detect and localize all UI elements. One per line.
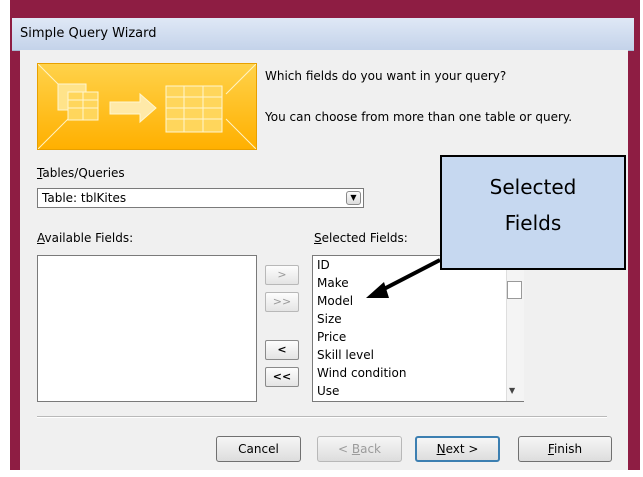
- next-button[interactable]: Next >: [415, 436, 500, 462]
- finish-button[interactable]: Finish: [518, 436, 612, 462]
- list-item[interactable]: Wind condition: [317, 366, 406, 380]
- remove-field-button[interactable]: <: [265, 340, 299, 360]
- wizard-banner-illustration: [37, 63, 257, 150]
- available-fields-list[interactable]: [37, 255, 257, 402]
- add-field-button[interactable]: >: [265, 265, 299, 285]
- source-tables-icon: [57, 83, 99, 121]
- tables-queries-dropdown[interactable]: Table: tblKites ▼: [37, 188, 364, 208]
- scroll-down-icon[interactable]: ▼: [509, 386, 515, 395]
- selected-fields-list[interactable]: ID Make Model Size Price Skill level Win…: [312, 255, 524, 402]
- cancel-button[interactable]: Cancel: [216, 436, 301, 462]
- remove-all-fields-button[interactable]: <<: [265, 367, 299, 387]
- list-item[interactable]: Skill level: [317, 348, 374, 362]
- selected-fields-scrollbar[interactable]: [506, 257, 524, 401]
- available-fields-label: Available Fields:: [37, 231, 134, 245]
- prompt-question: Which fields do you want in your query?: [265, 69, 507, 83]
- arrow-right-icon: [109, 92, 157, 124]
- list-item[interactable]: Price: [317, 330, 346, 344]
- list-item[interactable]: Model: [317, 294, 353, 308]
- tables-queries-value: Table: tblKites: [42, 191, 127, 205]
- list-item[interactable]: Use: [317, 384, 339, 398]
- footer-divider: [37, 416, 607, 418]
- window-title: Simple Query Wizard: [20, 26, 157, 41]
- title-bar: Simple Query Wizard: [12, 18, 634, 51]
- prompt-hint: You can choose from more than one table …: [265, 110, 573, 124]
- tables-queries-label: Tables/Queries: [37, 166, 125, 180]
- selected-fields-label: Selected Fields:: [314, 231, 408, 245]
- result-table-icon: [165, 85, 223, 133]
- scroll-thumb[interactable]: [507, 281, 522, 299]
- back-button[interactable]: < Back: [317, 436, 402, 462]
- list-item[interactable]: ID: [317, 258, 330, 272]
- add-all-fields-button[interactable]: >>: [265, 292, 299, 312]
- list-item[interactable]: Size: [317, 312, 342, 326]
- list-item[interactable]: Make: [317, 276, 349, 290]
- chevron-down-icon[interactable]: ▼: [346, 191, 361, 205]
- callout-line-1: Selected: [489, 175, 577, 199]
- selected-fields-callout: Selected Fields: [440, 155, 626, 270]
- callout-line-2: Fields: [504, 211, 562, 235]
